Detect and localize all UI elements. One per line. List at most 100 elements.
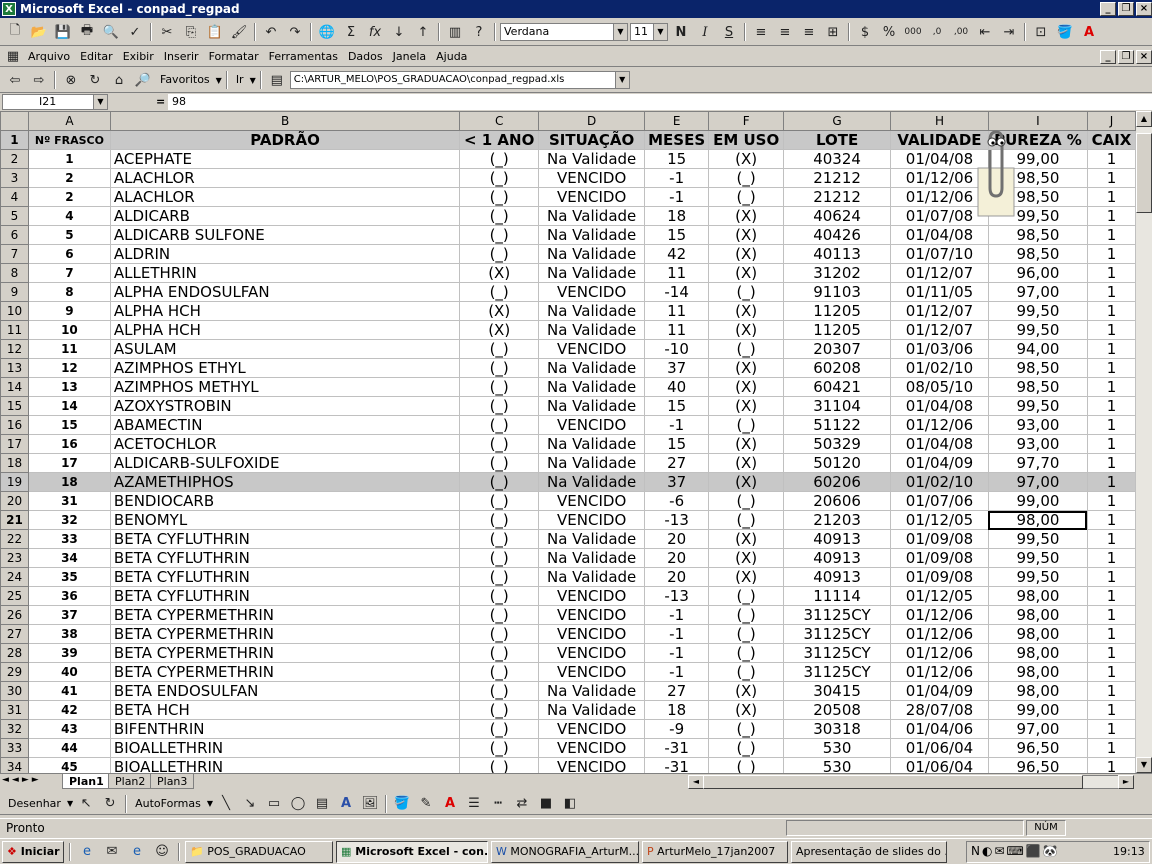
cell[interactable]: BETA HCH	[109, 700, 461, 720]
dash-style-icon[interactable]: ┅	[487, 794, 509, 814]
cell[interactable]: ASULAM	[109, 339, 461, 359]
cell[interactable]: (_)	[708, 491, 785, 511]
tab-navigation-icons[interactable]: ◄◄►►	[2, 775, 42, 785]
header-cell[interactable]: EM USO	[708, 130, 785, 150]
cell[interactable]: -1	[644, 643, 710, 663]
cell[interactable]: ALDICARB SULFONE	[109, 225, 461, 245]
menu-ferramentas[interactable]: Ferramentas	[265, 47, 342, 67]
cell[interactable]: Na Validade	[538, 529, 646, 549]
row-header[interactable]: 21	[0, 510, 29, 530]
cell[interactable]: 01/12/06	[890, 415, 989, 435]
task-powerpoint-file[interactable]: P ArturMelo_17jan2007	[642, 840, 788, 863]
tab-plan2[interactable]: Plan2	[108, 774, 153, 789]
cell[interactable]: 31125CY	[783, 643, 891, 663]
cell[interactable]: Na Validade	[538, 567, 646, 587]
row-header[interactable]: 24	[0, 567, 29, 587]
row-header[interactable]: 4	[0, 187, 29, 207]
cell[interactable]: 31104	[783, 396, 891, 416]
cell[interactable]: (_)	[708, 339, 785, 359]
cell[interactable]: (_)	[459, 453, 540, 473]
cell[interactable]: 40913	[783, 529, 891, 549]
cell[interactable]: (X)	[708, 681, 785, 701]
cell[interactable]: 98,50	[987, 244, 1088, 264]
line-icon[interactable]: ╲	[215, 794, 237, 814]
cell[interactable]: BIOALLETHRIN	[109, 757, 461, 773]
cell[interactable]: 01/12/07	[890, 263, 989, 283]
cell[interactable]: -10	[644, 339, 710, 359]
cell[interactable]: 01/07/06	[890, 491, 989, 511]
cell[interactable]: (X)	[708, 301, 785, 321]
cell[interactable]: 1	[1086, 263, 1136, 283]
cell[interactable]: (_)	[459, 586, 540, 606]
favorites-menu[interactable]: Favoritos	[156, 70, 214, 90]
header-cell[interactable]: PADRÃO	[109, 130, 461, 150]
cell[interactable]: -13	[644, 510, 710, 530]
cell[interactable]: 01/12/06	[890, 662, 989, 682]
underline-button[interactable]: S	[718, 22, 740, 42]
cell[interactable]: 1	[1086, 510, 1136, 530]
cell[interactable]: (_)	[708, 168, 785, 188]
cell[interactable]: -13	[644, 586, 710, 606]
cell[interactable]: 4	[27, 206, 111, 226]
cell[interactable]: VENCIDO	[538, 643, 646, 663]
cell[interactable]: (_)	[708, 662, 785, 682]
menu-formatar[interactable]: Formatar	[205, 47, 263, 67]
cell[interactable]: 15	[644, 434, 710, 454]
cell[interactable]: 96,50	[987, 757, 1088, 773]
cell[interactable]: 40324	[783, 149, 891, 169]
cell[interactable]: 97,00	[987, 282, 1088, 302]
cell[interactable]: (X)	[708, 434, 785, 454]
column-header[interactable]: J	[1086, 111, 1136, 131]
cell[interactable]: (_)	[459, 187, 540, 207]
cell[interactable]: BETA CYFLUTHRIN	[109, 586, 461, 606]
scroll-up-icon[interactable]: ▲	[1136, 111, 1152, 127]
cell[interactable]: 1	[1086, 434, 1136, 454]
cell[interactable]: 51122	[783, 415, 891, 435]
arrow-icon[interactable]: ↘	[239, 794, 261, 814]
row-header[interactable]: 16	[0, 415, 29, 435]
cell[interactable]: BETA CYFLUTHRIN	[109, 529, 461, 549]
cell[interactable]: Na Validade	[538, 434, 646, 454]
cell[interactable]: (X)	[708, 700, 785, 720]
chart-wizard-icon[interactable]: ▥	[444, 22, 466, 42]
cell[interactable]: 1	[1086, 586, 1136, 606]
cell[interactable]: (X)	[708, 244, 785, 264]
column-header[interactable]: C	[459, 111, 540, 131]
cell[interactable]: ALACHLOR	[109, 187, 461, 207]
cell[interactable]: 1	[1086, 149, 1136, 169]
outlook-icon[interactable]: ✉	[101, 842, 123, 862]
cell[interactable]: 01/04/08	[890, 149, 989, 169]
cell[interactable]: 15	[644, 396, 710, 416]
cell[interactable]: (X)	[708, 225, 785, 245]
cell[interactable]: 1	[1086, 548, 1136, 568]
cell[interactable]: (_)	[459, 472, 540, 492]
cell[interactable]: 43	[27, 719, 111, 739]
cell[interactable]: VENCIDO	[538, 282, 646, 302]
cell[interactable]: 1	[1086, 719, 1136, 739]
line-style-icon[interactable]: ☰	[463, 794, 485, 814]
cell[interactable]: (_)	[459, 358, 540, 378]
cell[interactable]: 11	[644, 301, 710, 321]
back-icon[interactable]: ⇦	[4, 70, 26, 90]
cell[interactable]: 99,50	[987, 301, 1088, 321]
column-header[interactable]: F	[708, 111, 785, 131]
column-header[interactable]: B	[109, 111, 461, 131]
cell[interactable]: 11205	[783, 301, 891, 321]
cell[interactable]: 6	[27, 244, 111, 264]
sort-descending-icon[interactable]: ↑	[412, 22, 434, 42]
cell[interactable]: 93,00	[987, 415, 1088, 435]
draw-menu[interactable]: Desenhar	[4, 794, 65, 814]
cell[interactable]: (_)	[459, 510, 540, 530]
cell[interactable]: 50120	[783, 453, 891, 473]
task-pos-graduacao[interactable]: 📁 POS_GRADUACAO	[185, 840, 333, 863]
cell[interactable]: 28/07/08	[890, 700, 989, 720]
cell[interactable]: (_)	[459, 168, 540, 188]
cell[interactable]: VENCIDO	[538, 510, 646, 530]
cell[interactable]: 40	[644, 377, 710, 397]
cell[interactable]: 01/12/06	[890, 643, 989, 663]
open-icon[interactable]: 📂	[28, 22, 50, 42]
cell[interactable]: 21212	[783, 168, 891, 188]
row-header[interactable]: 13	[0, 358, 29, 378]
cell[interactable]: 01/07/10	[890, 244, 989, 264]
cell[interactable]: Na Validade	[538, 225, 646, 245]
